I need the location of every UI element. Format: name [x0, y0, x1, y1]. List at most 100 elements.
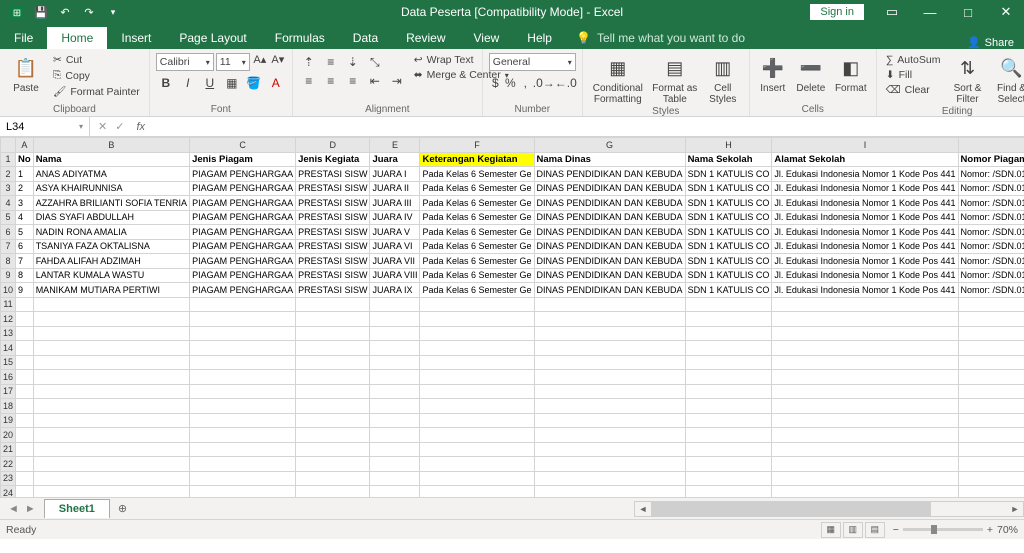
cell-C21[interactable] [190, 442, 296, 457]
cell-A11[interactable] [16, 297, 34, 312]
tab-page-layout[interactable]: Page Layout [165, 27, 260, 49]
cell-J3[interactable]: Nomor: /SDN.01/C.9/D.a.VI.01/2019 [958, 181, 1024, 196]
zoom-handle[interactable] [931, 525, 937, 534]
cell-H9[interactable]: SDN 1 KATULIS CO [685, 268, 772, 283]
row-header-14[interactable]: 14 [1, 341, 16, 356]
scroll-left-icon[interactable]: ◄ [635, 504, 651, 514]
cell-C22[interactable] [190, 457, 296, 472]
cell-A18[interactable] [16, 399, 34, 414]
row-header-6[interactable]: 6 [1, 225, 16, 240]
cell-D9[interactable]: PRESTASI SISW [296, 268, 370, 283]
qat-customize-icon[interactable]: ▾ [102, 1, 124, 23]
cell-E23[interactable] [370, 471, 420, 486]
cell-A10[interactable]: 9 [16, 283, 34, 298]
cell-I21[interactable] [772, 442, 958, 457]
cell-J6[interactable]: Nomor: /SDN.01/C.9/D.a.VI.01/2019 [958, 225, 1024, 240]
cell-I10[interactable]: Jl. Edukasi Indonesia Nomor 1 Kode Pos 4… [772, 283, 958, 298]
cell-G22[interactable] [534, 457, 685, 472]
cell-B23[interactable] [33, 471, 189, 486]
cell-J13[interactable] [958, 326, 1024, 341]
add-sheet-button[interactable]: ⊕ [110, 499, 135, 518]
row-header-1[interactable]: 1 [1, 152, 16, 167]
comma-icon[interactable]: , [519, 74, 532, 92]
name-box[interactable]: L34▾ [0, 117, 90, 136]
select-all-corner[interactable] [1, 138, 16, 153]
cell-F22[interactable] [420, 457, 534, 472]
format-painter-button[interactable]: 🖌Format Painter [50, 84, 143, 99]
cell-B3[interactable]: ASYA KHAIRUNNISA [33, 181, 189, 196]
cell-J12[interactable] [958, 312, 1024, 327]
horizontal-scrollbar[interactable]: ◄ ► [634, 501, 1024, 517]
cell-F18[interactable] [420, 399, 534, 414]
cell-J21[interactable] [958, 442, 1024, 457]
cell-F2[interactable]: Pada Kelas 6 Semester Ge [420, 167, 534, 182]
row-header-11[interactable]: 11 [1, 297, 16, 312]
tab-formulas[interactable]: Formulas [261, 27, 339, 49]
cell-D17[interactable] [296, 384, 370, 399]
align-middle-icon[interactable]: ≡ [321, 53, 341, 71]
cell-E11[interactable] [370, 297, 420, 312]
scroll-track[interactable] [651, 502, 1007, 516]
cell-G9[interactable]: DINAS PENDIDIKAN DAN KEBUDA [534, 268, 685, 283]
undo-icon[interactable]: ↶ [54, 1, 76, 23]
cell-G5[interactable]: DINAS PENDIDIKAN DAN KEBUDA [534, 210, 685, 225]
percent-icon[interactable]: % [504, 74, 517, 92]
cell-I16[interactable] [772, 370, 958, 385]
cell-E17[interactable] [370, 384, 420, 399]
tab-review[interactable]: Review [392, 27, 459, 49]
cell-I9[interactable]: Jl. Edukasi Indonesia Nomor 1 Kode Pos 4… [772, 268, 958, 283]
cell-styles-button[interactable]: ▥Cell Styles [703, 53, 743, 105]
cell-H23[interactable] [685, 471, 772, 486]
cell-B18[interactable] [33, 399, 189, 414]
tab-data[interactable]: Data [339, 27, 392, 49]
cell-C4[interactable]: PIAGAM PENGHARGAA [190, 196, 296, 211]
cell-G15[interactable] [534, 355, 685, 370]
cell-E4[interactable]: JUARA III [370, 196, 420, 211]
row-header-7[interactable]: 7 [1, 239, 16, 254]
cell-F20[interactable] [420, 428, 534, 443]
border-button[interactable]: ▦ [222, 74, 242, 92]
cell-H21[interactable] [685, 442, 772, 457]
cell-B20[interactable] [33, 428, 189, 443]
fx-icon[interactable]: fx [132, 121, 149, 133]
cell-A7[interactable]: 6 [16, 239, 34, 254]
font-size-select[interactable]: 11▾ [216, 53, 250, 71]
align-top-icon[interactable]: ⇡ [299, 53, 319, 71]
cell-G21[interactable] [534, 442, 685, 457]
tab-insert[interactable]: Insert [107, 27, 165, 49]
row-header-9[interactable]: 9 [1, 268, 16, 283]
cell-H14[interactable] [685, 341, 772, 356]
excel-icon[interactable]: ⊞ [6, 1, 28, 23]
col-header-A[interactable]: A [16, 138, 34, 153]
cell-A6[interactable]: 5 [16, 225, 34, 240]
delete-cells-button[interactable]: ➖Delete [794, 53, 828, 94]
orientation-icon[interactable]: ⤡ [365, 53, 385, 71]
cell-G19[interactable] [534, 413, 685, 428]
row-header-15[interactable]: 15 [1, 355, 16, 370]
cell-H18[interactable] [685, 399, 772, 414]
cell-I1[interactable]: Alamat Sekolah [772, 152, 958, 167]
cell-I7[interactable]: Jl. Edukasi Indonesia Nomor 1 Kode Pos 4… [772, 239, 958, 254]
cell-A5[interactable]: 4 [16, 210, 34, 225]
underline-button[interactable]: U [200, 74, 220, 92]
cell-D5[interactable]: PRESTASI SISW [296, 210, 370, 225]
cell-B1[interactable]: Nama [33, 152, 189, 167]
cell-B15[interactable] [33, 355, 189, 370]
cell-J23[interactable] [958, 471, 1024, 486]
cell-D10[interactable]: PRESTASI SISW [296, 283, 370, 298]
cell-D20[interactable] [296, 428, 370, 443]
cell-F3[interactable]: Pada Kelas 6 Semester Ge [420, 181, 534, 196]
sheet-tab-active[interactable]: Sheet1 [44, 499, 110, 518]
cell-C1[interactable]: Jenis Piagam [190, 152, 296, 167]
cell-G1[interactable]: Nama Dinas [534, 152, 685, 167]
sort-filter-button[interactable]: ⇅Sort & Filter [948, 53, 988, 105]
cell-B10[interactable]: MANIKAM MUTIARA PERTIWI [33, 283, 189, 298]
cell-C5[interactable]: PIAGAM PENGHARGAA [190, 210, 296, 225]
cell-D24[interactable] [296, 486, 370, 498]
cell-H8[interactable]: SDN 1 KATULIS CO [685, 254, 772, 269]
cell-B4[interactable]: AZZAHRA BRILIANTI SOFIA TENRIA [33, 196, 189, 211]
cell-I17[interactable] [772, 384, 958, 399]
zoom-slider[interactable] [903, 528, 983, 531]
cell-B11[interactable] [33, 297, 189, 312]
align-bottom-icon[interactable]: ⇣ [343, 53, 363, 71]
